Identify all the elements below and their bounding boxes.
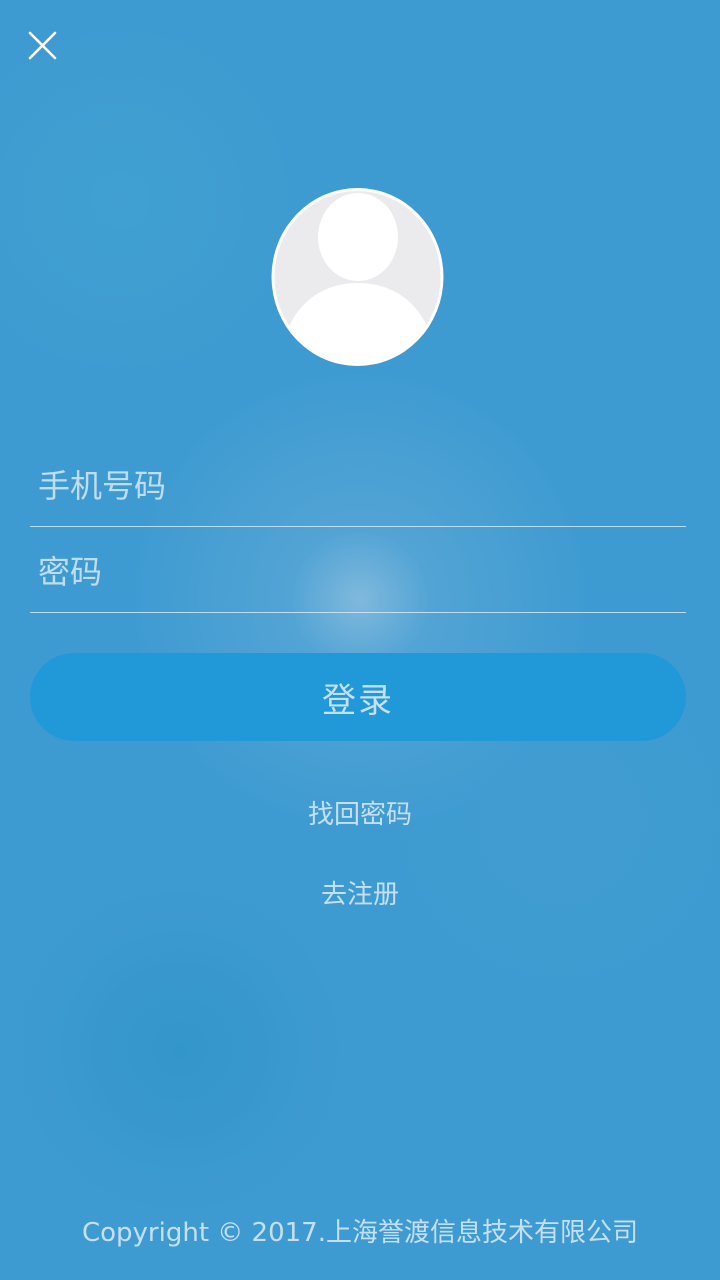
close-button[interactable] bbox=[22, 25, 64, 67]
password-input[interactable] bbox=[38, 548, 658, 596]
login-button[interactable]: 登录 bbox=[30, 653, 686, 741]
user-avatar-icon bbox=[271, 188, 444, 366]
password-field bbox=[30, 526, 686, 613]
register-link[interactable]: 去注册 bbox=[0, 874, 720, 911]
close-icon bbox=[28, 31, 57, 60]
forgot-password-link[interactable]: 找回密码 bbox=[0, 794, 720, 831]
avatar[interactable] bbox=[270, 187, 445, 367]
phone-input[interactable] bbox=[38, 462, 658, 510]
copyright-text: Copyright © 2017.上海誉渡信息技术有限公司 bbox=[81, 1218, 638, 1248]
phone-field bbox=[30, 440, 686, 527]
